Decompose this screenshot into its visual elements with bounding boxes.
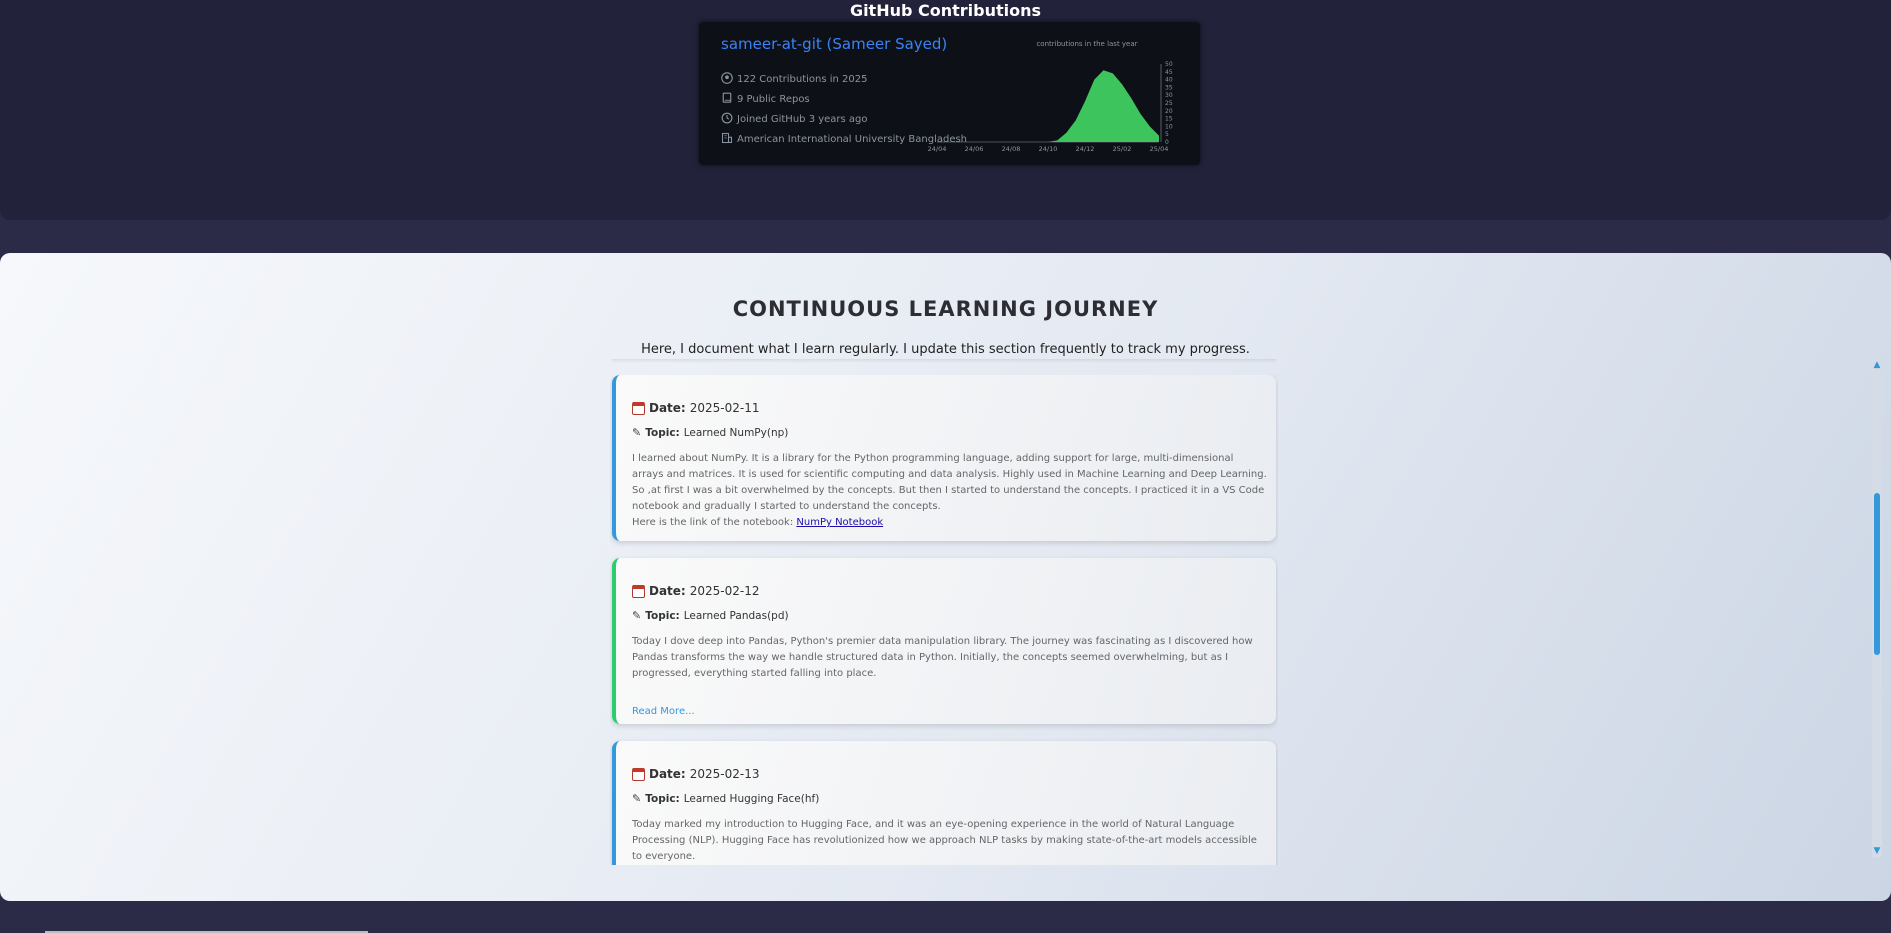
entry-date-row: Date: 2025-02-11	[632, 401, 759, 415]
learning-journey-section: CONTINUOUS LEARNING JOURNEY Here, I docu…	[0, 253, 1891, 901]
y-tick-label: 50	[1165, 61, 1173, 68]
entry-description: Today I dove deep into Pandas, Python's …	[632, 636, 1253, 679]
entry-topic: Learned NumPy(np)	[683, 426, 789, 439]
github-section-title: GitHub Contributions	[849, 1, 1042, 20]
topic-label: Topic:	[645, 609, 680, 622]
date-label: Date:	[649, 584, 686, 598]
pencil-icon: ✎	[632, 426, 642, 439]
contributions-info: 122 Contributions in 2025	[721, 72, 868, 87]
y-tick-label: 40	[1165, 77, 1173, 84]
github-icon	[721, 72, 733, 87]
learning-entry: Date: 2025-02-12 ✎ Topic: Learned Pandas…	[612, 558, 1276, 724]
entry-topic-row: ✎ Topic: Learned Hugging Face(hf)	[632, 792, 819, 805]
calendar-icon	[632, 584, 645, 598]
y-tick-label: 25	[1165, 100, 1173, 107]
entry-topic-row: ✎ Topic: Learned NumPy(np)	[632, 426, 788, 439]
repo-icon	[721, 92, 733, 107]
pencil-icon: ✎	[632, 609, 642, 622]
topic-label: Topic:	[645, 426, 680, 439]
scrollbar-thumb[interactable]	[1874, 493, 1880, 655]
date-label: Date:	[649, 767, 686, 781]
x-tick-label: 25/02	[1113, 145, 1132, 153]
entry-date-row: Date: 2025-02-12	[632, 584, 759, 598]
entry-topic: Learned Pandas(pd)	[683, 609, 789, 622]
y-tick-label: 45	[1165, 69, 1173, 76]
y-tick-label: 10	[1165, 123, 1173, 130]
entry-description-text: I learned about NumPy. It is a library f…	[632, 453, 1267, 512]
y-tick-label: 15	[1165, 116, 1173, 123]
entry-description: I learned about NumPy. It is a library f…	[632, 451, 1267, 531]
calendar-icon	[632, 767, 645, 781]
clock-icon	[721, 112, 733, 127]
entry-date: 2025-02-11	[689, 401, 760, 415]
learning-entries-list[interactable]: Date: 2025-02-11 ✎ Topic: Learned NumPy(…	[610, 375, 1278, 865]
x-tick-label: 24/10	[1039, 145, 1058, 153]
contributions-area	[937, 70, 1159, 142]
organization-icon	[721, 132, 733, 147]
repos-text: 9 Public Repos	[737, 94, 810, 105]
entry-description: Today marked my introduction to Hugging …	[632, 819, 1257, 862]
x-tick-label: 24/04	[928, 145, 947, 153]
x-tick-label: 24/06	[965, 145, 984, 153]
chart-title: contributions in the last year	[1036, 40, 1137, 48]
date-label: Date:	[649, 401, 686, 415]
y-tick-label: 0	[1165, 139, 1169, 146]
entry-date: 2025-02-12	[689, 584, 760, 598]
section-title: CONTINUOUS LEARNING JOURNEY	[732, 297, 1159, 321]
entry-date-row: Date: 2025-02-13	[632, 767, 759, 781]
joined-info: Joined GitHub 3 years ago	[721, 112, 868, 127]
pencil-icon: ✎	[632, 792, 642, 805]
y-tick-label: 35	[1165, 84, 1173, 91]
x-tick-label: 25/04	[1150, 145, 1169, 153]
link-prefix: Here is the link of the notebook:	[632, 517, 794, 528]
entries-scrollbar[interactable]: ▲ ▼	[1872, 358, 1882, 858]
github-section: GitHub Contributions sameer-at-git (Same…	[0, 0, 1891, 220]
entry-topic-row: ✎ Topic: Learned Pandas(pd)	[632, 609, 789, 622]
x-tick-label: 24/08	[1002, 145, 1021, 153]
read-more-link[interactable]: Read More...	[632, 706, 695, 717]
entry-topic: Learned Hugging Face(hf)	[683, 792, 820, 805]
scroll-up-arrow-icon[interactable]: ▲	[1872, 360, 1882, 370]
calendar-icon	[632, 401, 645, 415]
contributions-text: 122 Contributions in 2025	[737, 74, 868, 85]
x-tick-label: 24/12	[1076, 145, 1095, 153]
github-stats-card: sameer-at-git (Sameer Sayed) 122 Contrib…	[699, 22, 1200, 165]
scroll-down-arrow-icon[interactable]: ▼	[1872, 846, 1882, 856]
numpy-notebook-link[interactable]: NumPy Notebook	[796, 517, 883, 528]
y-tick-label: 20	[1165, 108, 1173, 115]
contributions-chart: contributions in the last year 24/04 24/0…	[928, 40, 1173, 153]
learning-entry: Date: 2025-02-13 ✎ Topic: Learned Huggin…	[612, 741, 1276, 865]
y-tick-label: 5	[1165, 131, 1169, 138]
section-subtitle: Here, I document what I learn regularly.…	[641, 342, 1250, 357]
entry-date: 2025-02-13	[689, 767, 760, 781]
topic-label: Topic:	[645, 792, 680, 805]
y-tick-label: 30	[1165, 92, 1173, 99]
repos-info: 9 Public Repos	[721, 92, 810, 107]
subtitle-divider	[612, 359, 1276, 363]
learning-entry: Date: 2025-02-11 ✎ Topic: Learned NumPy(…	[612, 375, 1276, 541]
joined-text: Joined GitHub 3 years ago	[737, 114, 868, 125]
